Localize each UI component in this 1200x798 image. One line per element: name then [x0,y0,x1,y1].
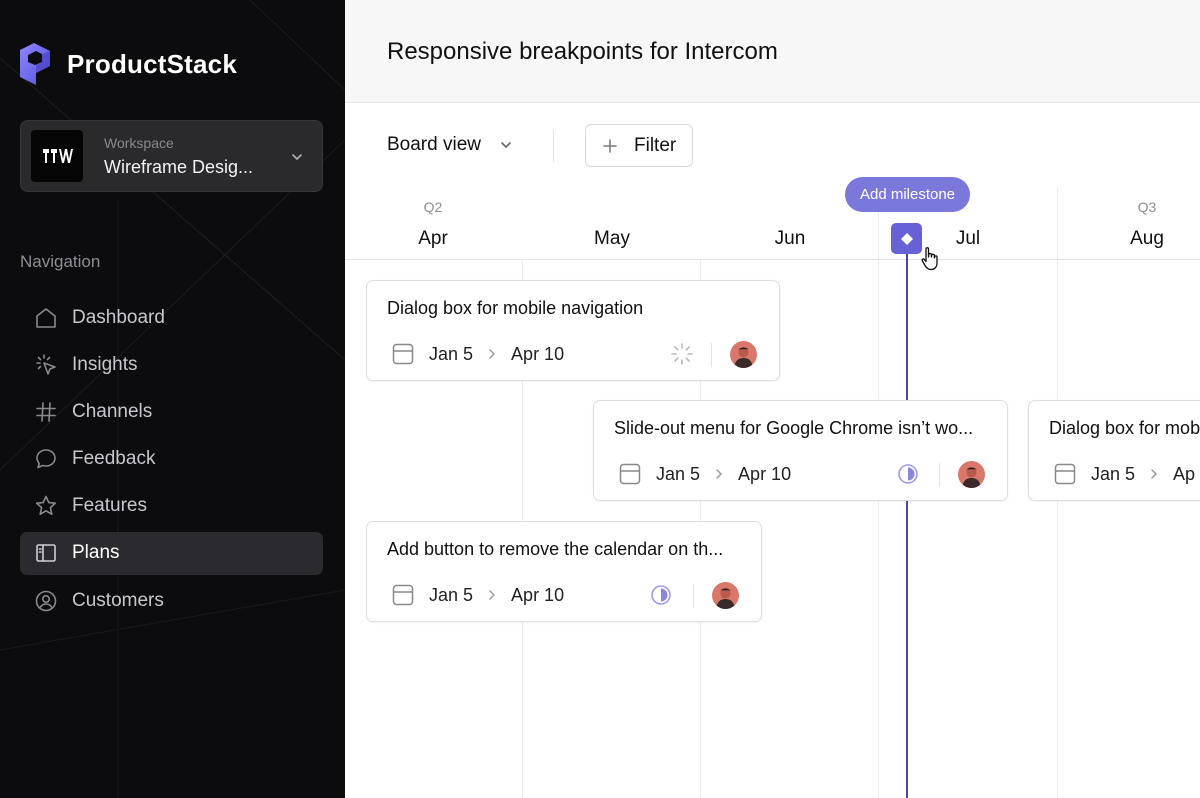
month-label: Aug [1130,228,1164,249]
filter-label: Filter [634,134,677,156]
hand-pointer-icon [921,247,938,271]
meta-divider [711,343,712,367]
sidebar-item-insights[interactable]: Insights [20,343,323,386]
toolbar: Board view Filter [345,104,1200,188]
add-milestone-tooltip[interactable]: Add milestone [845,177,970,212]
chevron-right-icon [1151,469,1157,479]
star-icon [34,494,58,518]
workspace-name: Wireframe Desig... [104,156,254,177]
task-title: Slide-out menu for Google Chrome isn’t w… [614,418,974,438]
sidebar-item-label: Feedback [72,448,156,470]
start-date: Jan 5 [429,343,474,364]
end-date: Apr 10 [738,463,792,484]
productstack-logo-icon [20,43,50,85]
start-date: Jan 5 [656,463,701,484]
sidebar-item-label: Channels [72,400,153,422]
meta-divider [939,463,940,487]
sidebar-item-features[interactable]: Features [20,485,323,528]
month-label: Jun [774,228,806,249]
end-date: Apr 10 [511,343,565,364]
sidebar-item-label: Customers [72,589,164,611]
task-dates: Jan 5 Ap [1054,463,1195,485]
sidebar-item-channels[interactable]: Channels [20,390,323,433]
quarter-label: Q3 [1137,199,1157,215]
timeline: Q2 Q3 Apr May Jun Jul Aug Add milestone … [345,177,1200,798]
toolbar-divider [553,130,554,162]
end-date: Apr 10 [511,584,565,605]
chevron-down-icon [501,142,511,148]
start-date: Jan 5 [1091,463,1136,484]
sidebar-item-feedback[interactable]: Feedback [20,438,323,481]
diamond-icon [900,232,913,245]
navigation-caption: Navigation [20,252,101,271]
sidebar-item-customers[interactable]: Customers [20,579,323,622]
task-card[interactable]: Dialog box for mob Jan 5 Ap [1028,400,1200,501]
calendar-icon [392,584,414,606]
user-circle-icon [34,589,58,613]
home-icon [34,306,58,330]
page-title: Responsive breakpoints for Intercom [387,38,778,65]
task-title: Dialog box for mobile navigation [387,298,644,318]
app-name: ProductStack [67,48,238,79]
sidebar-item-dashboard[interactable]: Dashboard [20,296,323,339]
task-title: Dialog box for mob [1049,418,1200,438]
plus-icon [603,138,617,153]
chat-bubble-icon [34,447,58,471]
chevron-right-icon [489,590,495,600]
view-selector[interactable]: Board view [387,134,513,156]
month-label: Apr [418,228,448,249]
sidebar-item-label: Dashboard [72,306,165,328]
calendar-icon [619,463,641,485]
task-card[interactable]: Slide-out menu for Google Chrome isn’t w… [593,400,1008,501]
workspace-logo-icon [31,130,83,182]
sidebar: ProductStack Workspace Wireframe Desig..… [0,0,345,798]
sparkle-cursor-icon [34,353,58,377]
view-selector-label: Board view [387,134,481,155]
start-date: Jan 5 [429,584,474,605]
task-dates: Jan 5 Apr 10 [392,584,564,606]
half-progress-icon [651,585,671,605]
calendar-icon [1054,463,1076,485]
sidebar-item-label: Insights [72,353,138,375]
task-dates: Jan 5 Apr 10 [619,463,791,485]
timeline-header: Q2 Q3 Apr May Jun Jul Aug [345,188,1200,260]
workspace-switcher[interactable]: Workspace Wireframe Desig... [20,120,323,192]
task-card[interactable]: Dialog box for mobile navigation Jan 5 A… [366,280,780,381]
task-card[interactable]: Add button to remove the calendar on th.… [366,521,762,622]
sidebar-item-label: Features [72,495,147,517]
quarter-label: Q2 [423,199,443,215]
month-label: May [594,228,630,249]
end-date: Ap [1173,463,1196,484]
page-header: Responsive breakpoints for Intercom [345,0,1200,103]
chevron-down-icon [292,154,302,160]
milestone-button[interactable] [891,223,922,254]
hash-icon [34,400,58,424]
workspace-caption: Workspace [104,134,174,151]
loading-spinner-icon [671,343,693,365]
main-content: Responsive breakpoints for Intercom Boar… [345,0,1200,798]
sidebar-item-plans[interactable]: Plans [20,531,323,575]
chevron-right-icon [489,349,495,359]
month-label: Jul [955,228,981,249]
task-dates: Jan 5 Apr 10 [392,343,564,365]
sidebar-item-label: Plans [72,542,120,564]
brand[interactable]: ProductStack [18,42,237,86]
book-icon [34,541,58,565]
avatar[interactable] [712,582,739,609]
meta-divider [693,584,694,608]
avatar[interactable] [730,341,757,368]
sidebar-nav: Dashboard Insights Channels Feedback Fea… [20,296,323,626]
calendar-icon [392,343,414,365]
avatar[interactable] [958,461,985,488]
task-title: Add button to remove the calendar on th.… [387,539,724,559]
half-progress-icon [898,464,918,484]
today-marker-line [906,236,908,798]
chevron-right-icon [716,469,722,479]
filter-button[interactable]: Filter [585,124,693,167]
